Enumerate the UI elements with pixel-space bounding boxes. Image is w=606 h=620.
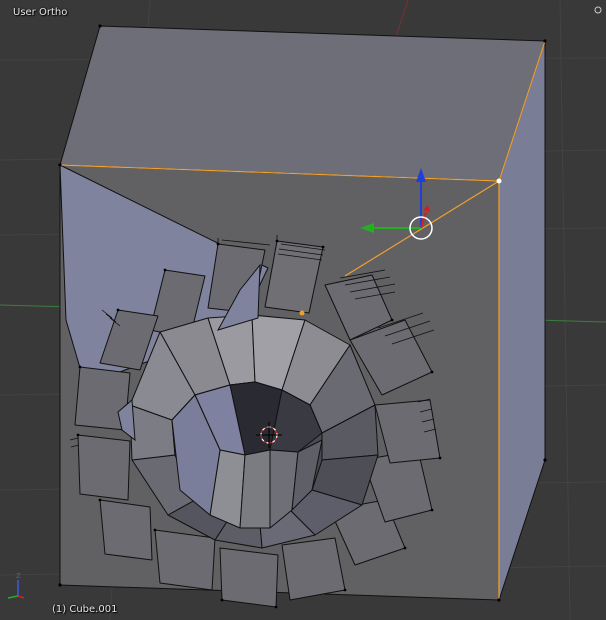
3d-scene[interactable]: Z	[0, 0, 606, 620]
3d-viewport[interactable]: Z User Ortho (1) Cube.001	[0, 0, 606, 620]
pivot-point-icon	[594, 6, 602, 14]
mesh-top-face[interactable]	[59, 25, 546, 182]
active-object-label: (1) Cube.001	[52, 604, 118, 615]
object-origin	[299, 310, 305, 316]
view-name-label: User Ortho	[13, 7, 68, 18]
svg-text:Z: Z	[16, 572, 21, 580]
active-vertex[interactable]	[496, 178, 502, 184]
axis-orientation-icon: Z	[7, 572, 25, 599]
y-axis-line	[394, 0, 409, 41]
